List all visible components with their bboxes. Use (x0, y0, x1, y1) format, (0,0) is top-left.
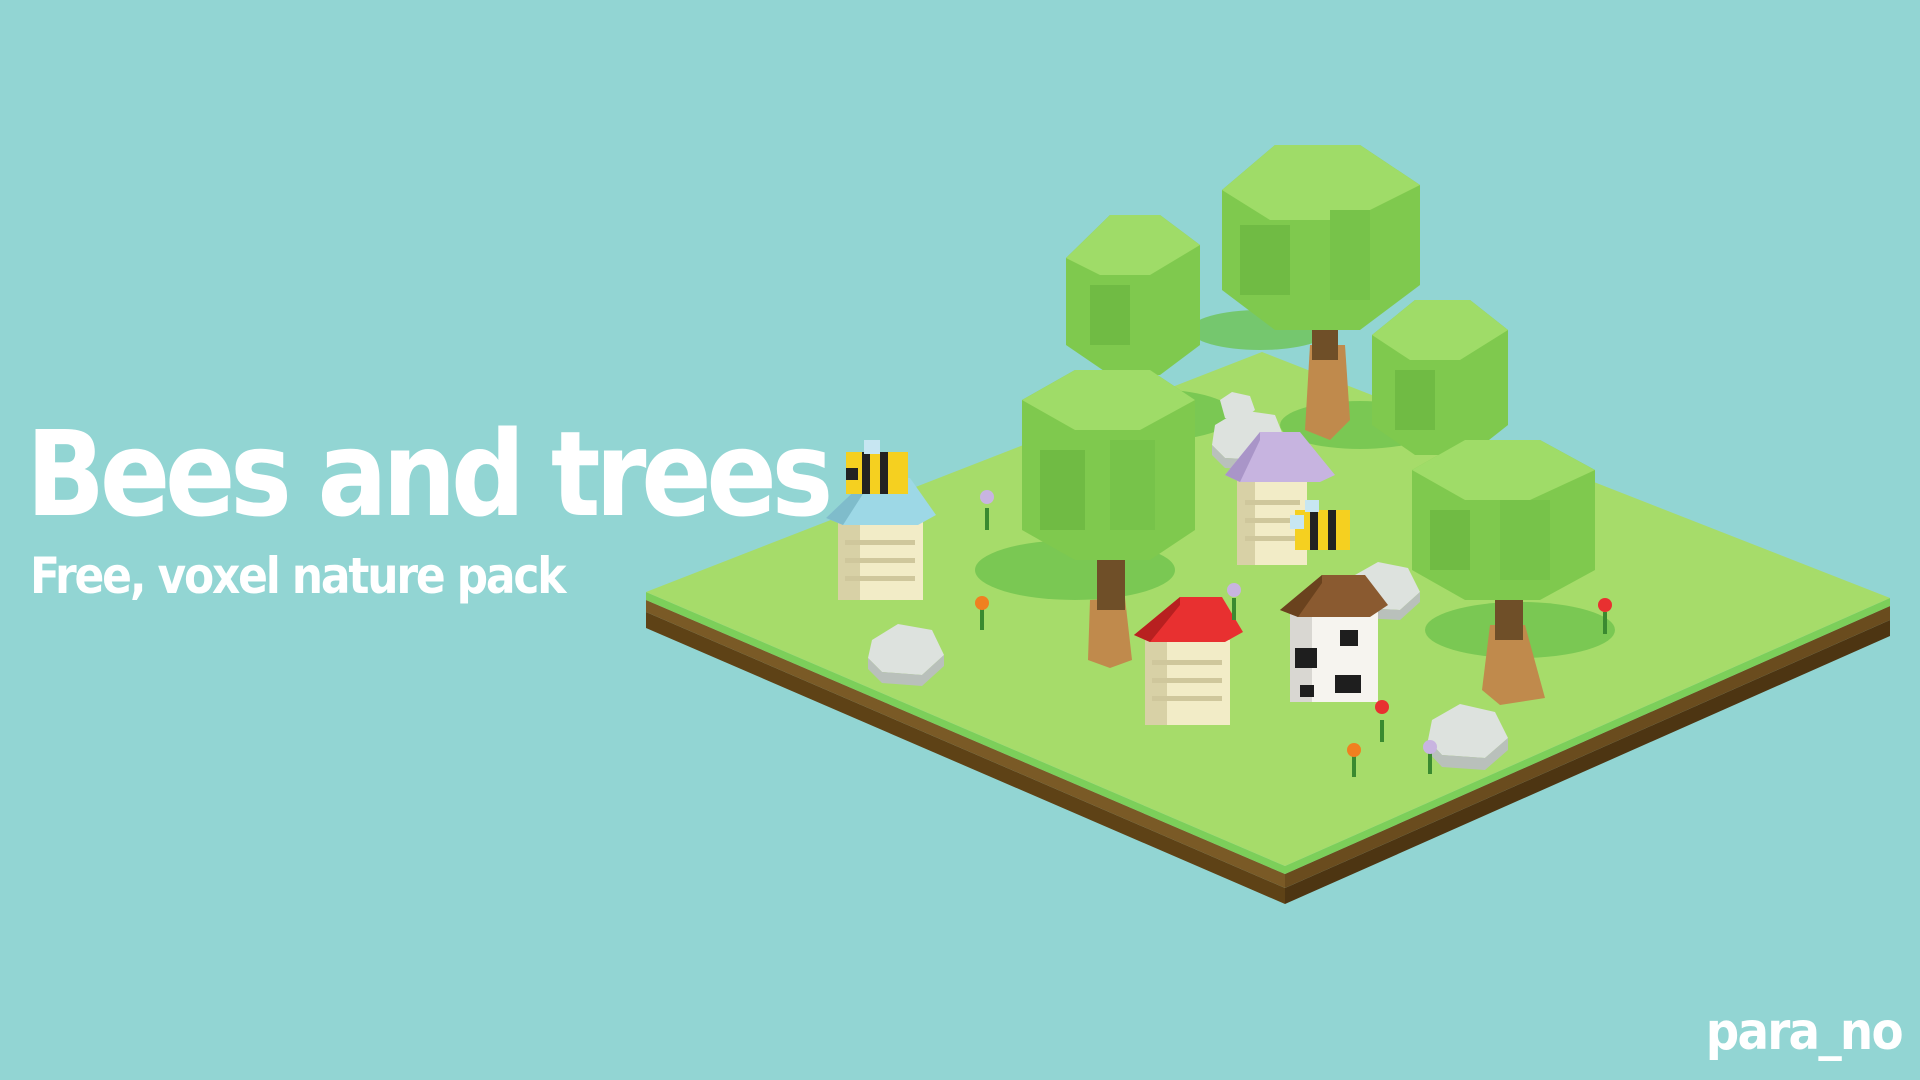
page-subtitle: Free, voxel nature pack (30, 547, 567, 605)
title-block: Bees and trees Free, voxel nature pack (26, 415, 937, 601)
author-signature: para_no (1705, 1002, 1904, 1062)
page-title: Bees and trees (26, 405, 833, 543)
tree (1372, 300, 1508, 455)
